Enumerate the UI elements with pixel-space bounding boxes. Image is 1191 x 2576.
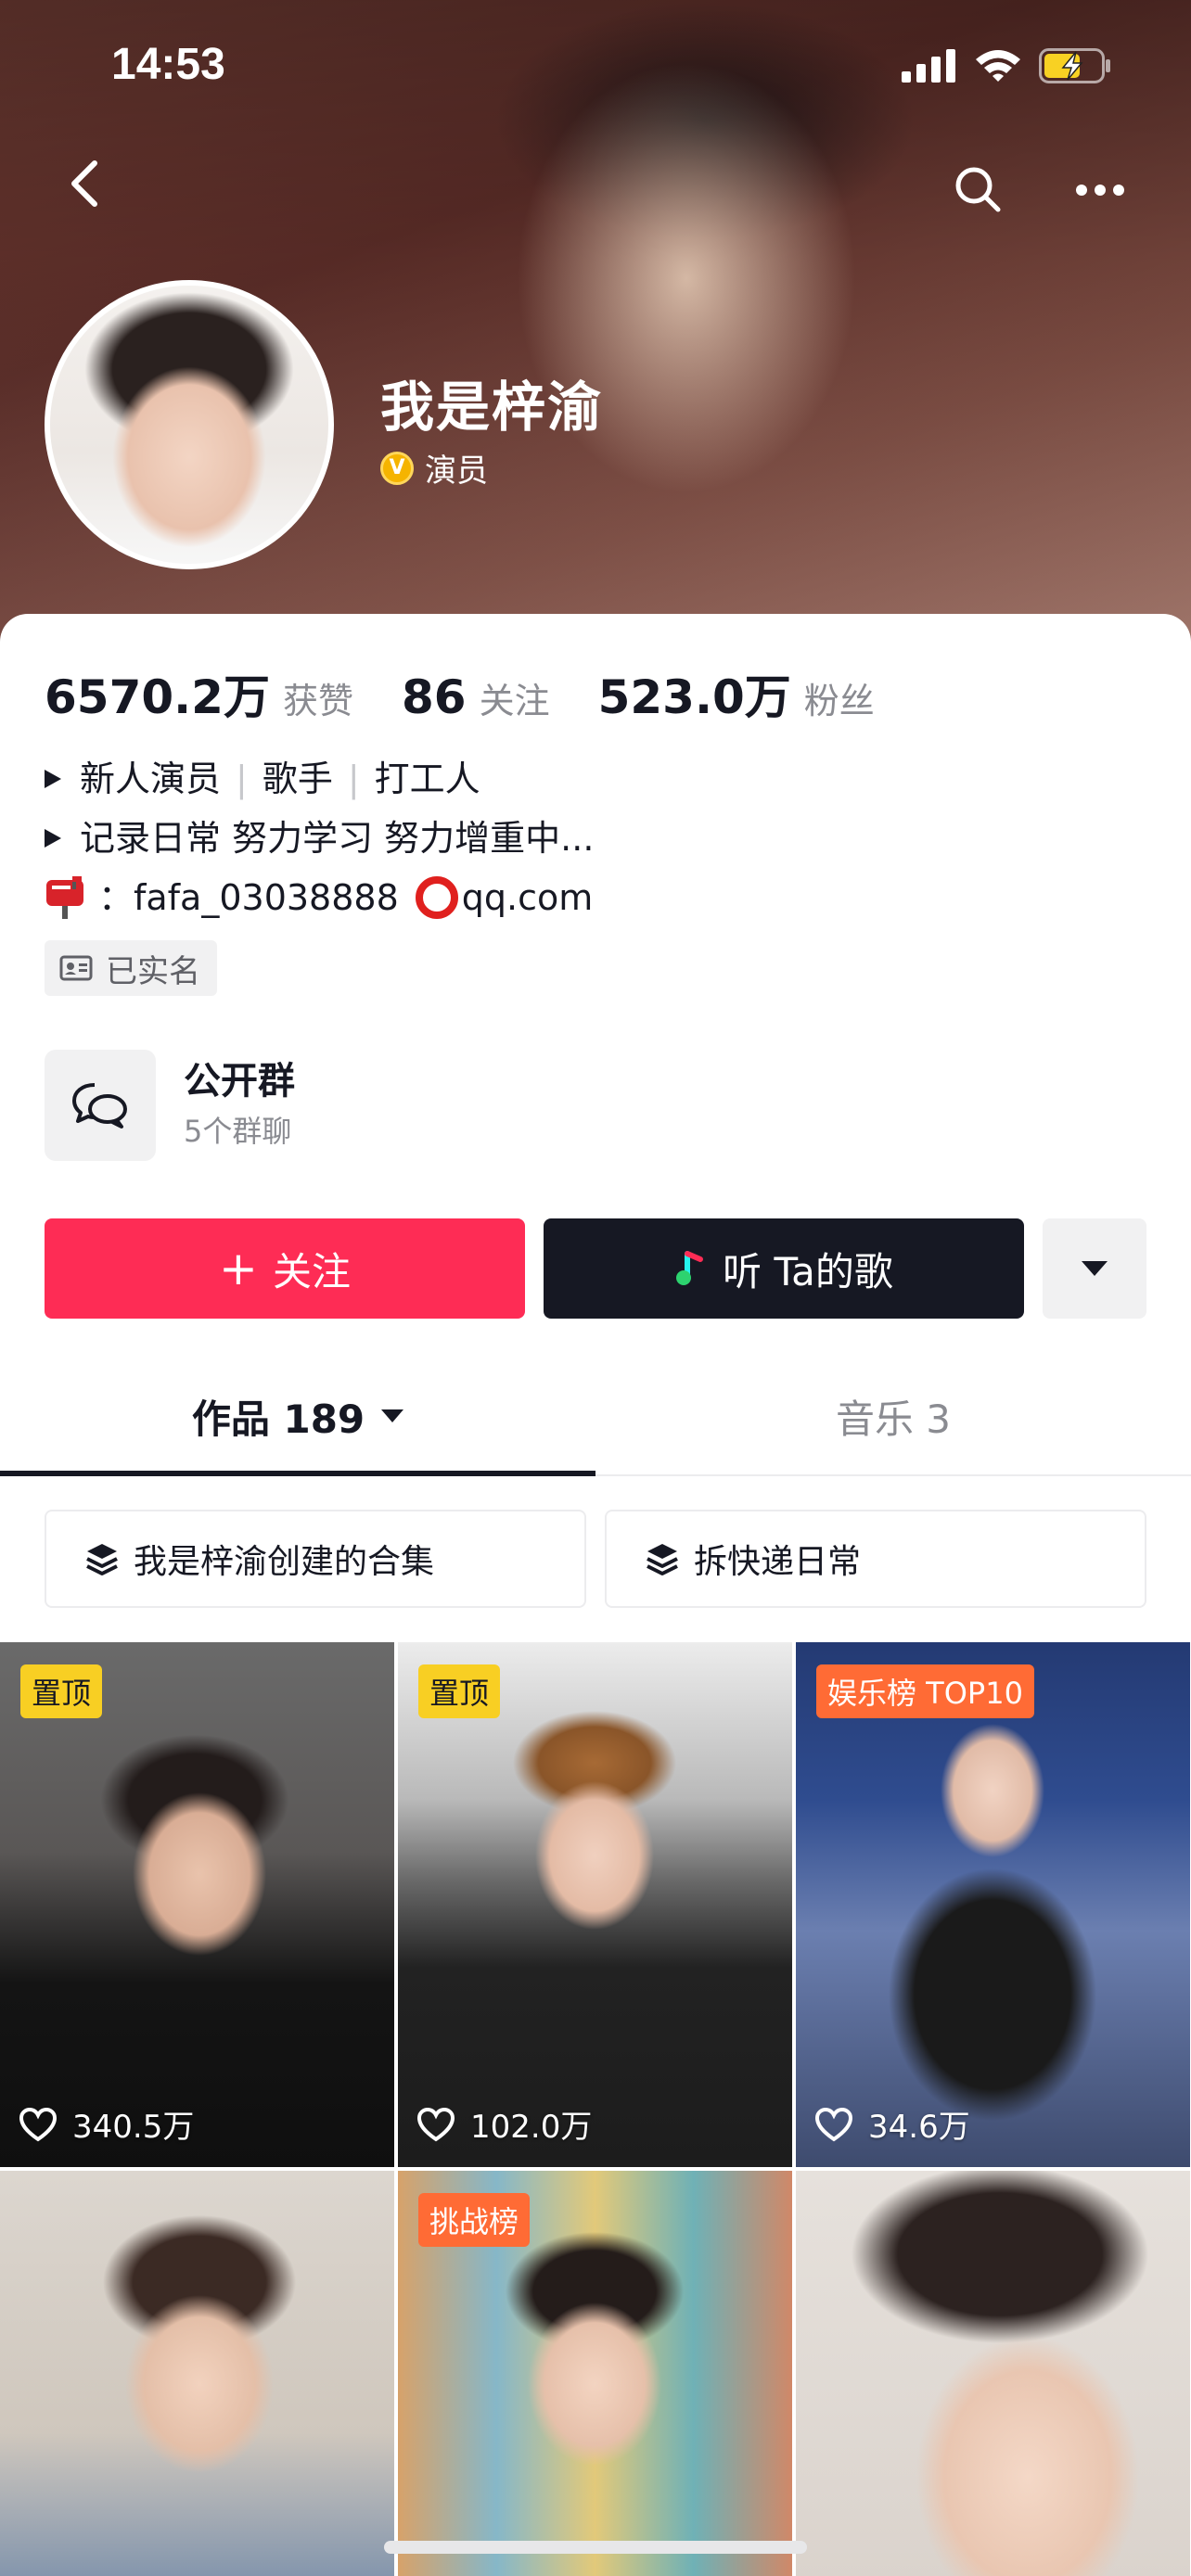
avatar[interactable] xyxy=(45,280,334,569)
bio-line-motto: 记录日常 努力学习 努力增重中... xyxy=(45,809,594,868)
back-arrow-icon[interactable] xyxy=(59,156,115,211)
bio: 新人演员 | 歌手 | 打工人 记录日常 努力学习 努力增重中... ： faf… xyxy=(45,749,594,927)
heart-icon xyxy=(19,2107,58,2141)
bio-role: 打工人 xyxy=(374,759,480,799)
verified-label: 演员 xyxy=(425,453,488,490)
video-thumbnail[interactable]: 挑战榜 xyxy=(398,2171,792,2576)
pinned-tag: 置顶 xyxy=(20,1664,103,1718)
stats-row: 6570.2万 获赞 86 关注 523.0万 粉丝 xyxy=(45,660,923,727)
active-tab-indicator xyxy=(0,1471,596,1476)
video-thumbnail[interactable] xyxy=(796,2171,1190,2576)
profile-name: 我是梓渝 xyxy=(380,376,604,439)
like-count-value: 102.0万 xyxy=(470,2109,593,2146)
collection-chip[interactable]: 拆快递日常 xyxy=(605,1510,1146,1608)
layers-icon xyxy=(647,1544,678,1575)
stat-value: 86 xyxy=(401,670,467,724)
works-dropdown-icon xyxy=(381,1409,404,1422)
like-count: 340.5万 xyxy=(19,2101,194,2147)
home-indicator xyxy=(384,2541,807,2554)
bio-line-roles: 新人演员 | 歌手 | 打工人 xyxy=(45,749,594,809)
stat-label: 关注 xyxy=(479,681,550,721)
bullet-icon xyxy=(45,829,61,848)
public-group[interactable]: 公开群 5个群聊 xyxy=(45,1050,295,1161)
cellular-icon xyxy=(902,49,955,83)
follow-label: 关注 xyxy=(272,1248,351,1294)
stat-label: 获赞 xyxy=(282,681,353,721)
status-icons xyxy=(902,48,1113,83)
collection-chip[interactable]: 我是梓渝创建的合集 xyxy=(45,1510,586,1608)
bio-separator: | xyxy=(347,759,360,799)
mailbox-icon xyxy=(46,876,83,919)
dropdown-arrow-icon xyxy=(1082,1261,1108,1276)
id-card-icon xyxy=(59,955,93,981)
like-count: 34.6万 xyxy=(814,2101,970,2147)
like-count-value: 34.6万 xyxy=(868,2109,970,2146)
stat-label: 粉丝 xyxy=(803,681,875,721)
more-icon[interactable] xyxy=(1072,167,1128,213)
group-text: 公开群 5个群聊 xyxy=(184,1055,295,1155)
content-tabs: 作品 189 音乐 3 xyxy=(0,1356,1191,1476)
challenge-tag: 挑战榜 xyxy=(418,2193,531,2247)
follow-button[interactable]: + 关注 xyxy=(45,1218,525,1319)
contact-prefix: ： xyxy=(98,877,134,918)
video-thumbnail[interactable]: 置顶 340.5万 xyxy=(0,1642,394,2167)
stat-likes: 6570.2万 获赞 xyxy=(45,660,353,727)
video-thumbnail[interactable]: 娱乐榜 TOP10 34.6万 xyxy=(796,1642,1190,2167)
collection-label: 我是梓渝创建的合集 xyxy=(134,1543,435,1581)
ring-icon xyxy=(415,876,458,919)
profile-cover: 14:53 我是梓渝 V 演员 xyxy=(0,0,1191,649)
like-count-value: 340.5万 xyxy=(72,2109,195,2146)
tab-works[interactable]: 作品 189 xyxy=(0,1356,596,1476)
video-thumbnail[interactable] xyxy=(0,2171,394,2576)
collection-label: 拆快递日常 xyxy=(694,1543,862,1581)
stat-value: 523.0万 xyxy=(597,670,791,724)
listen-songs-button[interactable]: 听 Ta的歌 xyxy=(544,1218,1024,1319)
wifi-icon xyxy=(976,50,1020,82)
plus-icon: + xyxy=(219,1242,258,1295)
video-thumbnail[interactable]: 置顶 102.0万 xyxy=(398,1642,792,2167)
stat-following[interactable]: 86 关注 xyxy=(402,670,550,724)
listen-songs-label: 听 Ta的歌 xyxy=(723,1248,893,1294)
collections: 我是梓渝创建的合集 拆快递日常 xyxy=(45,1510,1146,1608)
bio-motto: 记录日常 努力学习 努力增重中... xyxy=(80,818,595,859)
group-title: 公开群 xyxy=(184,1060,295,1103)
action-buttons: + 关注 听 Ta的歌 xyxy=(45,1218,1146,1319)
group-chat-icon xyxy=(45,1050,156,1161)
tab-works-label: 作品 189 xyxy=(191,1396,365,1442)
bio-role: 新人演员 xyxy=(80,759,222,799)
stat-followers[interactable]: 523.0万 粉丝 xyxy=(598,660,875,727)
tab-music-label: 音乐 3 xyxy=(835,1396,952,1442)
status-bar: 14:53 xyxy=(0,0,1191,130)
status-time: 14:53 xyxy=(111,40,225,89)
verified-badge-icon: V xyxy=(380,451,414,485)
like-count: 102.0万 xyxy=(416,2101,592,2147)
pinned-tag: 置顶 xyxy=(418,1664,501,1718)
group-subtitle: 5个群聊 xyxy=(184,1114,292,1149)
stat-value: 6570.2万 xyxy=(45,670,270,724)
ranking-tag: 娱乐榜 TOP10 xyxy=(816,1664,1034,1718)
more-actions-dropdown[interactable] xyxy=(1043,1218,1146,1319)
contact-domain: qq.com xyxy=(461,877,594,918)
tab-music[interactable]: 音乐 3 xyxy=(596,1356,1191,1476)
search-icon[interactable] xyxy=(952,163,1004,215)
bio-line-contact: ： fafa_03038888 qq.com xyxy=(45,868,594,927)
bullet-icon xyxy=(45,770,61,788)
heart-icon xyxy=(814,2107,853,2141)
music-note-icon xyxy=(676,1251,704,1285)
bio-role: 歌手 xyxy=(262,759,333,799)
layers-icon xyxy=(86,1544,118,1575)
heart-icon xyxy=(416,2107,455,2141)
bio-separator: | xyxy=(236,759,248,799)
realname-label: 已实名 xyxy=(106,952,200,990)
contact-user: fafa_03038888 xyxy=(134,877,399,918)
battery-charging-icon xyxy=(1039,48,1110,83)
realname-badge: 已实名 xyxy=(45,940,217,996)
verified-role: V 演员 xyxy=(380,445,488,491)
